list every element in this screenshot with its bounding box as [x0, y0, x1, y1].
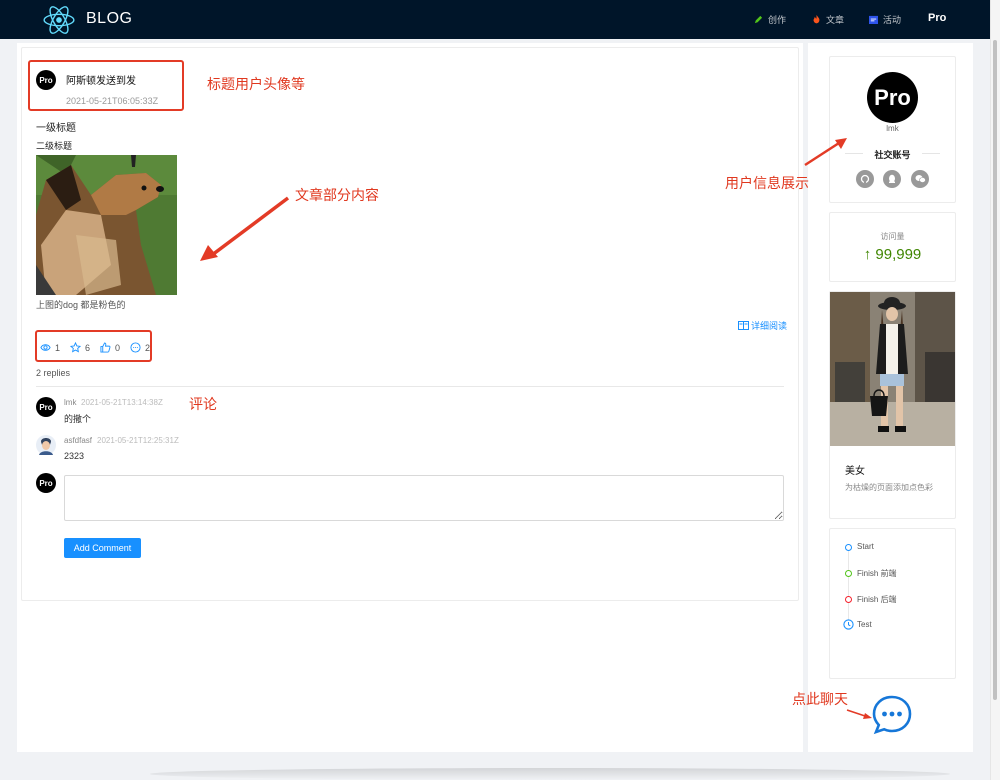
comment-avatar[interactable]: Pro [36, 397, 56, 417]
nav-item-create[interactable]: 创作 [754, 13, 786, 26]
annotation-comments: 评论 [189, 396, 217, 412]
timeline-item-label: Test [857, 620, 872, 629]
nav-label: 活动 [883, 15, 902, 25]
timeline-dot [845, 570, 852, 577]
divider-line [922, 153, 940, 154]
annotation-user-info: 用户信息展示 [725, 175, 809, 191]
profile-name: lmk [886, 124, 899, 133]
comment-author[interactable]: lmk [64, 398, 76, 407]
read-more-link[interactable]: 详细阅读 [738, 319, 787, 332]
annotation-box-title [28, 60, 184, 111]
react-logo-icon[interactable] [42, 3, 76, 37]
comment-time: 2021-05-21T12:25:31Z [97, 436, 179, 445]
pencil-icon [754, 15, 763, 24]
brand-title[interactable]: BLOG [86, 10, 132, 28]
timeline-dot [845, 596, 852, 603]
qq-icon[interactable] [883, 170, 901, 188]
read-more-label: 详细阅读 [751, 321, 788, 331]
timeline-item-label: Start [857, 542, 874, 551]
add-comment-button[interactable]: Add Comment [64, 538, 141, 558]
dog-photo [36, 155, 177, 295]
calendar-icon [869, 15, 878, 24]
annotation-chat: 点此聊天 [792, 691, 848, 707]
clock-icon [843, 619, 854, 630]
timeline-item-label: Finish 后端 [857, 595, 897, 604]
scrollbar-thumb[interactable] [993, 40, 997, 700]
comment-text: 2323 [64, 451, 85, 461]
page-shadow [150, 768, 950, 780]
timeline-item-label: Finish 前端 [857, 569, 897, 578]
annotation-arrow [846, 709, 872, 719]
current-user-avatar[interactable]: Pro [36, 473, 56, 493]
annotation-arrow [200, 196, 290, 261]
photo-card-title: 美女 [845, 466, 865, 477]
fire-icon [813, 15, 820, 24]
profile-avatar[interactable]: Pro [867, 72, 918, 123]
nav-label: 创作 [768, 15, 787, 25]
photo-card-description: 为枯燥的页面添加点色彩 [845, 483, 933, 492]
image-caption: 上图的dog 都是粉色的 [36, 300, 126, 310]
comment-textarea[interactable] [64, 475, 784, 521]
wechat-icon[interactable] [911, 170, 929, 188]
book-icon [738, 321, 749, 330]
nav-label: 文章 [826, 15, 845, 25]
top-navbar: BLOG 创作 文章 活动 Pro [0, 0, 990, 39]
github-icon[interactable] [856, 170, 874, 188]
visits-value: ↑ 99,999 [829, 246, 956, 263]
visits-number: 99,999 [875, 246, 922, 263]
comment-author[interactable]: asfdfasf [64, 436, 92, 445]
annotation-box-stats [35, 330, 152, 362]
replies-count: 2 replies [36, 368, 71, 378]
street-fashion-photo [830, 292, 955, 446]
article-heading-2: 二级标题 [36, 141, 73, 151]
timeline-dot [845, 544, 852, 551]
annotation-arrow [804, 138, 847, 167]
arrow-up-icon: ↑ [863, 246, 872, 263]
comments-divider [36, 386, 784, 387]
comment-text: 的撒个 [64, 414, 92, 424]
user-pro-menu[interactable]: Pro [928, 12, 946, 24]
annotation-article: 文章部分内容 [295, 187, 379, 203]
comment-time: 2021-05-21T13:14:38Z [81, 398, 163, 407]
article-heading-1: 一级标题 [36, 123, 76, 134]
chat-bubble-icon[interactable] [871, 694, 913, 736]
visits-label: 访问量 [880, 232, 905, 241]
nav-item-articles[interactable]: 文章 [812, 13, 844, 26]
comment-avatar[interactable] [36, 435, 56, 455]
timeline-line [848, 551, 849, 621]
annotation-title-area: 标题用户头像等 [207, 76, 305, 92]
nav-item-events[interactable]: 活动 [869, 13, 901, 26]
